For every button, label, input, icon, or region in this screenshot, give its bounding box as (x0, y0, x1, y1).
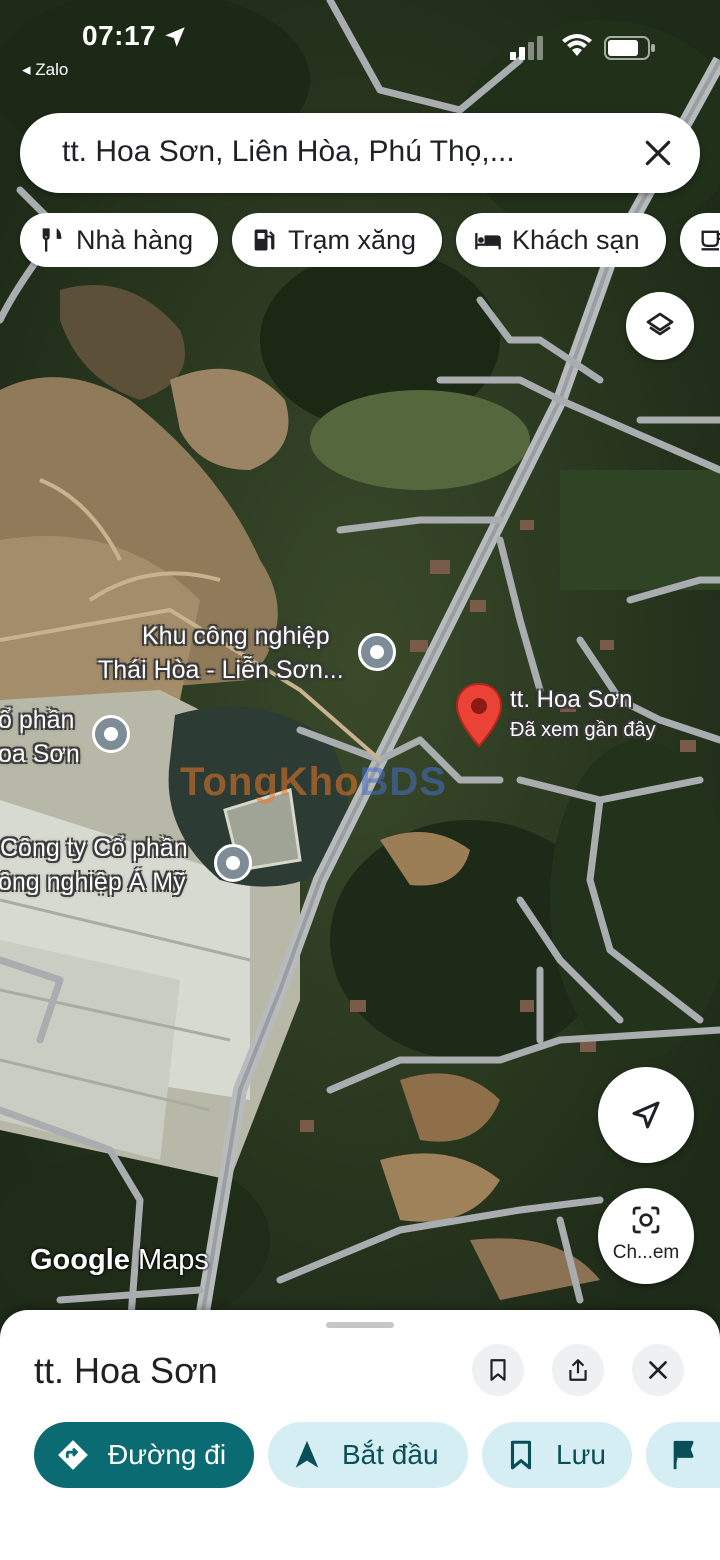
poi-label-company-am-line1[interactable]: Công ty Cổ phần (0, 834, 188, 863)
google-lens-button[interactable]: Ch...em (598, 1188, 694, 1284)
chip-label: Khách sạn (512, 224, 640, 255)
cellular-signal-icon (510, 36, 543, 60)
google-maps-logo: Google Maps (30, 1244, 209, 1276)
search-bar[interactable]: tt. Hoa Sơn, Liên Hòa, Phú Thọ,... (20, 113, 700, 193)
restaurant-icon (42, 228, 62, 252)
layers-icon (646, 312, 674, 336)
hotel-bed-icon (475, 233, 501, 250)
poi-pin-industrial-park[interactable] (358, 633, 396, 671)
poi-label-industrial-park-line1[interactable]: Khu công nghiệp (142, 622, 330, 651)
save-button[interactable]: Lưu (482, 1422, 632, 1488)
directions-button[interactable]: Đường đi (34, 1422, 254, 1488)
place-bottom-sheet[interactable]: tt. Hoa Sơn Đường đi Bắt đầu Lưu (0, 1310, 720, 1560)
status-time: 07:17 (82, 20, 157, 51)
back-to-app-link[interactable]: ◂ Zalo (22, 60, 68, 80)
coffee-icon (701, 230, 720, 251)
watermark: TongKhoBDS (180, 760, 447, 804)
selected-place-pin-icon[interactable] (455, 682, 503, 748)
close-icon[interactable] (642, 137, 674, 169)
share-place-button[interactable] (552, 1344, 604, 1396)
chip-gas-stations[interactable]: Trạm xăng (232, 213, 442, 267)
search-input[interactable]: tt. Hoa Sơn, Liên Hòa, Phú Thọ,... (62, 135, 515, 169)
battery-icon (604, 36, 655, 60)
directions-icon (58, 1440, 88, 1470)
start-navigation-icon (295, 1440, 319, 1468)
bookmark-icon (510, 1440, 532, 1470)
label-flag-button[interactable] (646, 1422, 720, 1488)
directions-label: Đường đi (108, 1439, 227, 1470)
category-chips: Nhà hàng Trạm xăng Khách sạn (0, 213, 720, 267)
poi-label-industrial-park-line2[interactable]: Thái Hòa - Liễn Sơn... (98, 656, 344, 685)
gas-station-icon (254, 229, 275, 251)
location-arrow-icon (165, 27, 185, 47)
chip-label: Trạm xăng (288, 224, 417, 255)
close-icon (649, 1361, 667, 1379)
poi-pin-company-am[interactable] (214, 844, 252, 882)
chip-hotels[interactable]: Khách sạn (456, 213, 666, 267)
poi-label-company-am-line2[interactable]: ông nghiệp Á Mỹ (0, 868, 186, 897)
sheet-drag-handle[interactable] (326, 1322, 394, 1328)
bookmark-icon (490, 1359, 506, 1381)
poi-label-company-left-line2[interactable]: oa Sơn (0, 740, 80, 769)
flag-icon (673, 1440, 694, 1470)
navigation-arrow-icon (632, 1101, 660, 1129)
chip-coffee[interactable] (680, 213, 720, 267)
place-title: tt. Hoa Sơn (34, 1350, 218, 1391)
camera-lens-icon (632, 1206, 660, 1234)
my-location-button[interactable] (598, 1067, 694, 1163)
place-actions-row: Đường đi Bắt đầu Lưu (0, 1422, 720, 1490)
share-icon (569, 1359, 587, 1381)
save-place-button[interactable] (472, 1344, 524, 1396)
chip-label: Nhà hàng (76, 224, 194, 255)
save-label: Lưu (556, 1439, 606, 1470)
selected-place-label[interactable]: tt. Hoa Sơn (510, 686, 632, 714)
lens-button-label: Ch...em (612, 1242, 680, 1263)
close-sheet-button[interactable] (632, 1344, 684, 1396)
wifi-icon (562, 34, 592, 56)
map-layers-button[interactable] (626, 292, 694, 360)
start-button[interactable]: Bắt đầu (268, 1422, 468, 1488)
poi-label-company-left-line1[interactable]: ổ phần (0, 706, 74, 735)
start-label: Bắt đầu (342, 1439, 439, 1470)
poi-pin-company-left[interactable] (92, 715, 130, 753)
selected-place-sublabel: Đã xem gần đây (510, 719, 656, 741)
chip-restaurants[interactable]: Nhà hàng (20, 213, 218, 267)
status-bar: 07:17 ◂ Zalo (0, 0, 720, 96)
